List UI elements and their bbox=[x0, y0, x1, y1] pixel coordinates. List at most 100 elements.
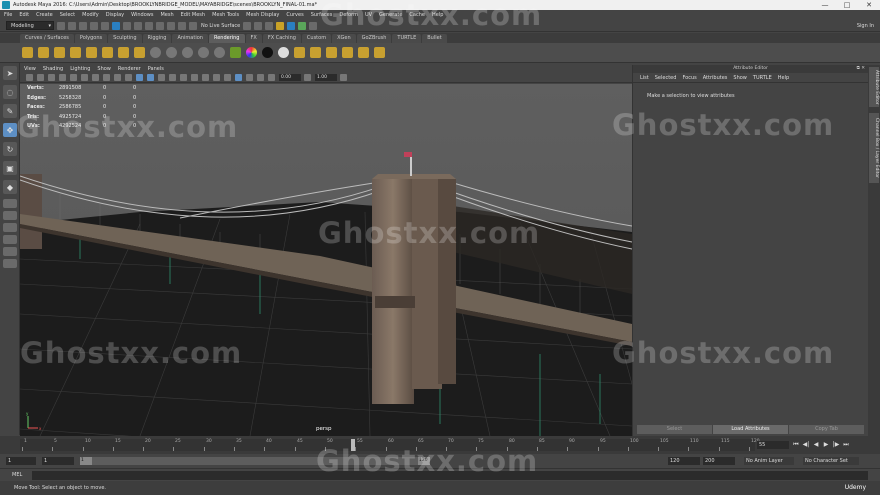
shelf-tab-curves-surfaces[interactable]: Curves / Surfaces bbox=[20, 34, 74, 43]
ae-menu-turtle[interactable]: TURTLE bbox=[753, 75, 772, 81]
graph-layout-icon[interactable] bbox=[3, 247, 17, 256]
anim-layer-dropdown[interactable]: No Anim Layer bbox=[744, 457, 794, 465]
command-language-label[interactable]: MEL bbox=[12, 472, 22, 478]
current-frame-field[interactable]: 55 bbox=[757, 441, 789, 449]
menu-curves[interactable]: Curves bbox=[286, 12, 303, 18]
screen-space-ao-icon[interactable] bbox=[202, 74, 209, 81]
range-bar-start[interactable]: 1 bbox=[80, 457, 92, 465]
use-background-icon[interactable] bbox=[262, 47, 273, 58]
tab-attribute-editor[interactable]: Attribute Editor bbox=[869, 67, 879, 107]
shadows-icon[interactable] bbox=[191, 74, 198, 81]
four-pane-layout-icon[interactable] bbox=[3, 211, 17, 220]
spot-light-icon[interactable] bbox=[118, 47, 129, 58]
render-settings-shelf-icon[interactable] bbox=[294, 47, 305, 58]
ae-menu-selected[interactable]: Selected bbox=[655, 75, 677, 81]
ipr-render-shelf-icon[interactable] bbox=[326, 47, 337, 58]
snap-curve-icon[interactable] bbox=[156, 21, 164, 30]
menu-help[interactable]: Help bbox=[432, 12, 443, 18]
play-backward-icon[interactable]: ◀ bbox=[812, 440, 820, 449]
gamma-field[interactable]: 1.00 bbox=[315, 74, 337, 81]
use-all-lights-icon[interactable] bbox=[180, 74, 187, 81]
viewport-menu-shading[interactable]: Shading bbox=[43, 66, 63, 72]
ipr-render-icon[interactable] bbox=[254, 21, 263, 30]
hypershade-icon[interactable] bbox=[276, 21, 285, 30]
ambient-light-icon[interactable] bbox=[70, 47, 81, 58]
open-scene-icon[interactable] bbox=[68, 21, 76, 30]
lambert-material-icon[interactable] bbox=[166, 47, 177, 58]
menu-file[interactable]: File bbox=[4, 12, 12, 18]
shelf-tab-sculpting[interactable]: Sculpting bbox=[108, 34, 142, 43]
gamma-icon[interactable] bbox=[304, 74, 311, 81]
snap-plane-icon[interactable] bbox=[178, 21, 186, 30]
redo-icon[interactable] bbox=[101, 21, 109, 30]
layered-shader-icon[interactable] bbox=[214, 47, 225, 58]
shelf-tab-animation[interactable]: Animation bbox=[172, 34, 208, 43]
make-live-icon[interactable] bbox=[189, 21, 197, 30]
select-component-icon[interactable] bbox=[134, 21, 142, 30]
turtle-bake-icon[interactable] bbox=[374, 47, 385, 58]
shelf-tab-fx[interactable]: FX bbox=[245, 34, 262, 43]
range-bar[interactable]: 1 120 bbox=[80, 457, 430, 465]
modeling-toolkit-icon[interactable] bbox=[298, 21, 307, 30]
menu-mesh-display[interactable]: Mesh Display bbox=[246, 12, 279, 18]
character-set-dropdown[interactable]: No Character Set bbox=[803, 457, 859, 465]
menu-uv[interactable]: UV bbox=[365, 12, 372, 18]
camera-attributes-icon[interactable] bbox=[37, 74, 44, 81]
lasso-tool-icon[interactable]: ◌ bbox=[3, 85, 17, 99]
save-scene-icon[interactable] bbox=[79, 21, 87, 30]
point-light-icon[interactable] bbox=[102, 47, 113, 58]
ae-menu-focus[interactable]: Focus bbox=[682, 75, 696, 81]
undo-icon[interactable] bbox=[90, 21, 98, 30]
menu-set-dropdown[interactable]: Modeling bbox=[6, 21, 54, 30]
new-scene-icon[interactable] bbox=[57, 21, 65, 30]
anti-aliasing-icon[interactable] bbox=[224, 74, 231, 81]
surface-shader-icon[interactable] bbox=[230, 47, 241, 58]
select-object-icon[interactable] bbox=[123, 21, 131, 30]
viewport-menu-renderer[interactable]: Renderer bbox=[118, 66, 141, 72]
command-input[interactable] bbox=[32, 471, 868, 480]
step-back-key-icon[interactable]: ◀| bbox=[802, 440, 810, 449]
time-slider[interactable]: 1 5 10 15 20 25 30 35 40 45 50 55 60 65 70 75 80 85 90 95 10… bbox=[0, 436, 880, 454]
grid-toggle-icon[interactable] bbox=[70, 74, 77, 81]
paint-select-tool-icon[interactable]: ✎ bbox=[3, 104, 17, 118]
render-current-frame-icon[interactable] bbox=[243, 21, 252, 30]
menu-surfaces[interactable]: Surfaces bbox=[311, 12, 333, 18]
go-to-end-icon[interactable]: ⏭ bbox=[842, 440, 850, 449]
menu-deform[interactable]: Deform bbox=[339, 12, 358, 18]
select-button[interactable]: Select bbox=[637, 425, 712, 434]
hypershade-layout-icon[interactable] bbox=[3, 259, 17, 268]
isolate-select-icon[interactable] bbox=[235, 74, 242, 81]
blinn-material-icon[interactable] bbox=[150, 47, 161, 58]
phong-material-icon[interactable] bbox=[182, 47, 193, 58]
render-view-icon[interactable] bbox=[287, 21, 296, 30]
viewport-menu-view[interactable]: View bbox=[24, 66, 36, 72]
menu-create[interactable]: Create bbox=[36, 12, 53, 18]
maximize-button[interactable]: □ bbox=[836, 1, 858, 9]
character-controls-icon[interactable] bbox=[309, 21, 318, 30]
shelf-tab-rendering[interactable]: Rendering bbox=[208, 34, 245, 43]
move-tool-icon[interactable]: ✥ bbox=[3, 123, 17, 137]
outliner-layout-icon[interactable] bbox=[3, 235, 17, 244]
shelf-tab-custom[interactable]: Custom bbox=[301, 34, 332, 43]
xray-components-icon[interactable] bbox=[268, 74, 275, 81]
menu-cache[interactable]: Cache bbox=[409, 12, 425, 18]
shelf-tab-bullet[interactable]: Bullet bbox=[422, 34, 447, 43]
step-forward-key-icon[interactable]: |▶ bbox=[832, 440, 840, 449]
camera-aim-up-icon[interactable] bbox=[54, 47, 65, 58]
wireframe-icon[interactable] bbox=[136, 74, 143, 81]
menu-edit[interactable]: Edit bbox=[19, 12, 29, 18]
directional-light-icon[interactable] bbox=[86, 47, 97, 58]
xray-icon[interactable] bbox=[246, 74, 253, 81]
scale-tool-icon[interactable]: ▣ bbox=[3, 161, 17, 175]
range-bar-end[interactable]: 120 bbox=[418, 457, 430, 465]
camera-icon[interactable] bbox=[22, 47, 33, 58]
playback-start-field[interactable]: 1 bbox=[42, 457, 74, 465]
menu-mesh-tools[interactable]: Mesh Tools bbox=[212, 12, 239, 18]
xray-joints-icon[interactable] bbox=[257, 74, 264, 81]
exposure-field[interactable]: 0.00 bbox=[279, 74, 301, 81]
time-slider-track[interactable]: 1 5 10 15 20 25 30 35 40 45 50 55 60 65 70 75 80 85 90 95 10… bbox=[20, 439, 760, 451]
animation-end-field[interactable]: 200 bbox=[703, 457, 735, 465]
ae-menu-attributes[interactable]: Attributes bbox=[703, 75, 728, 81]
motion-blur-icon[interactable] bbox=[213, 74, 220, 81]
ocean-shader-icon[interactable] bbox=[278, 47, 289, 58]
